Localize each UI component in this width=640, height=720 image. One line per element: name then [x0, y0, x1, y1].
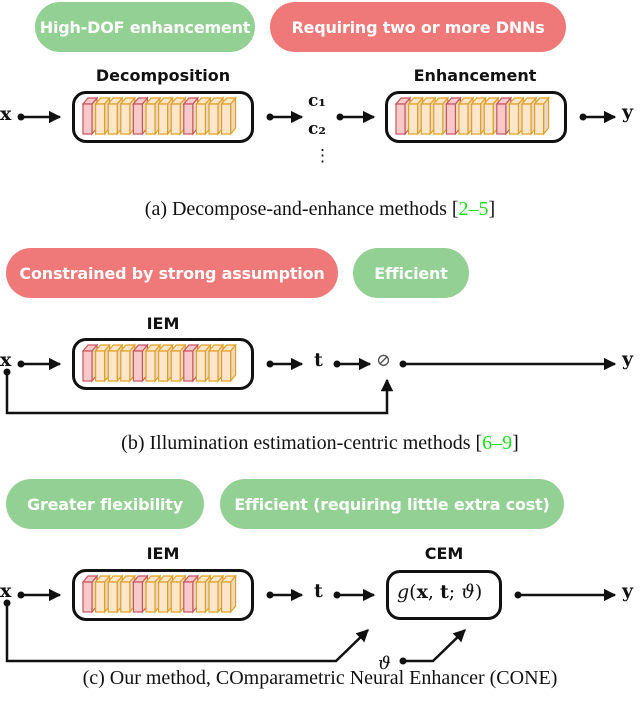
skip-connection-x-to-divide	[5, 372, 394, 415]
skip-connection-x-to-cem	[5, 603, 369, 663]
param-connection-to-cem	[403, 629, 466, 663]
connector-layer	[3, 110, 617, 665]
